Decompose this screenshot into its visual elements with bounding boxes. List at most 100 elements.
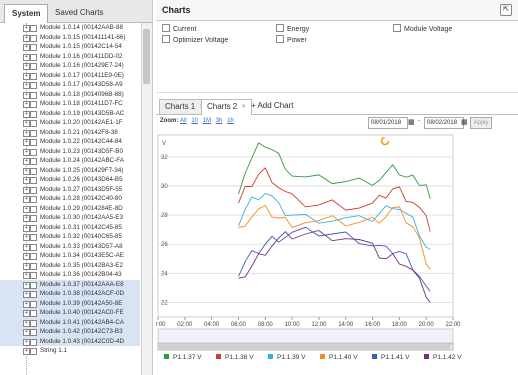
tree-item[interactable]: + String 1.1 <box>0 346 140 356</box>
expand-icon[interactable]: + <box>23 91 30 99</box>
checkbox-icon[interactable] <box>30 243 37 251</box>
legend-swatch[interactable] <box>164 354 169 359</box>
expand-icon[interactable]: + <box>23 196 30 203</box>
legend-label[interactable]: P1.1.37 V <box>173 354 202 361</box>
checkbox-icon[interactable] <box>30 291 37 298</box>
legend-swatch[interactable] <box>320 354 325 359</box>
tree-item[interactable]: + Module 1.0.39 (00142A50-8E <box>0 298 140 308</box>
tab-charts-2[interactable]: Charts 2 ✕ <box>201 99 253 115</box>
expand-icon[interactable]: + <box>23 348 30 355</box>
metric-power-checkbox[interactable]: Power <box>276 35 307 44</box>
tree-item[interactable]: + Module 1.0.33 (00143D57-A8 <box>0 242 140 252</box>
expand-icon[interactable]: + <box>23 139 30 146</box>
metric-module-voltage-checkbox[interactable]: Module Voltage <box>393 24 452 33</box>
tree-item[interactable]: + Module 1.0.31 (00142C45-85 <box>0 223 140 233</box>
expand-icon[interactable]: + <box>23 329 30 336</box>
legend-label[interactable]: P1.1.38 V <box>225 354 254 361</box>
legend-swatch[interactable] <box>268 354 273 359</box>
tree-item[interactable]: + Module 1.0.14 (00142AAB-88 <box>0 23 140 33</box>
checkbox-icon[interactable] <box>30 215 37 222</box>
tree-item[interactable]: + Module 1.0.15 (00142C14-54 <box>0 42 140 52</box>
expand-icon[interactable]: + <box>23 281 30 289</box>
tree-item[interactable]: + Module 1.0.42 (00142C73-B3 <box>0 327 140 337</box>
checkbox-icon[interactable] <box>30 348 37 355</box>
expand-icon[interactable]: + <box>23 243 30 251</box>
expand-icon[interactable]: + <box>23 101 30 108</box>
zoom-1m-link[interactable]: 1M <box>203 118 211 124</box>
expand-icon[interactable]: + <box>23 53 30 61</box>
expand-icon[interactable]: + <box>23 82 30 89</box>
metric-optimizer-voltage-checkbox[interactable]: Optimizer Voltage <box>162 35 228 44</box>
tree-item[interactable]: + Module 1.0.37 (00142AAA-E8 <box>0 279 140 289</box>
checkbox-icon[interactable] <box>30 338 37 346</box>
tree-item[interactable]: + Module 1.0.16 (001429E7-24) <box>0 61 140 71</box>
checkbox-icon[interactable] <box>30 158 37 165</box>
expand-icon[interactable]: + <box>23 63 30 70</box>
expand-icon[interactable]: + <box>23 177 30 184</box>
tree-item[interactable]: + Module 1.0.15 (001411141-66) <box>0 33 140 43</box>
expand-icon[interactable]: + <box>23 253 30 260</box>
date-from-input[interactable]: 08/01/2018 <box>368 117 408 129</box>
zoom-3h-link[interactable]: 3h <box>216 118 223 124</box>
zoom-1h-link[interactable]: 1h <box>227 118 234 124</box>
sidebar-scrollbar-thumb[interactable] <box>143 29 150 84</box>
expand-icon[interactable]: + <box>23 319 30 327</box>
checkbox-icon[interactable] <box>30 110 37 118</box>
tree-item[interactable]: + Module 1.0.28 (00142C40-80 <box>0 194 140 204</box>
zoom-all-link[interactable]: All <box>180 118 187 124</box>
tree-item[interactable]: + Module 1.0.21 (00142F8-38 <box>0 128 140 138</box>
expand-icon[interactable]: + <box>23 186 30 194</box>
tree-item[interactable]: + Module 1.0.41 (00142AB4-CA <box>0 317 140 327</box>
metric-current-checkbox[interactable]: Current <box>162 24 196 33</box>
expand-icon[interactable]: + <box>23 25 30 32</box>
expand-icon[interactable]: + <box>23 158 30 165</box>
expand-icon[interactable]: + <box>23 338 30 346</box>
tree-item[interactable]: + Module 1.0.22 (00142C44-84 <box>0 137 140 147</box>
zoom-10-link[interactable]: 10 <box>191 118 198 124</box>
tab-saved-charts[interactable]: Saved Charts <box>48 4 110 22</box>
tree-item[interactable]: + Module 1.0.34 (00143E5C-AE <box>0 251 140 261</box>
tree-item[interactable]: + Module 1.0.30 (00142AA5-E3 <box>0 213 140 223</box>
apply-button[interactable]: Apply <box>470 117 492 129</box>
checkbox-icon[interactable] <box>30 205 37 213</box>
date-to-input[interactable]: 08/02/2018 <box>424 117 464 129</box>
checkbox-icon[interactable] <box>30 72 37 80</box>
checkbox-icon[interactable] <box>30 300 37 308</box>
checkbox-icon[interactable] <box>30 148 37 156</box>
tree-item[interactable]: + Module 1.0.26 (00143D64-B5 <box>0 175 140 185</box>
legend-swatch[interactable] <box>424 354 429 359</box>
checkbox-icon[interactable] <box>30 25 37 32</box>
expand-icon[interactable]: + <box>23 234 30 241</box>
expand-icon[interactable]: + <box>23 44 30 51</box>
tree-item[interactable]: + Module 1.0.17 (00143D58-A9 <box>0 80 140 90</box>
tree-item[interactable]: + Module 1.0.25 (001429F7-34) <box>0 166 140 176</box>
checkbox-icon[interactable] <box>30 253 37 260</box>
add-chart-button[interactable]: + Add Chart <box>251 99 293 113</box>
checkbox-icon[interactable] <box>30 120 37 127</box>
checkbox-icon[interactable] <box>30 262 37 270</box>
legend-swatch[interactable] <box>372 354 377 359</box>
checkbox-icon[interactable] <box>30 101 37 108</box>
expand-icon[interactable]: + <box>23 148 30 156</box>
checkbox-icon[interactable] <box>30 167 37 175</box>
checkbox-icon[interactable] <box>30 53 37 61</box>
checkbox-icon[interactable] <box>30 310 37 317</box>
expand-icon[interactable]: + <box>23 110 30 118</box>
checkbox-icon[interactable] <box>30 224 37 232</box>
legend-label[interactable]: P1.1.41 V <box>381 354 410 361</box>
tree-item[interactable]: + Module 1.0.29 (0014284E-8D <box>0 204 140 214</box>
checkbox-icon[interactable] <box>30 272 37 279</box>
checkbox-icon[interactable] <box>30 186 37 194</box>
checkbox-icon[interactable] <box>30 34 37 42</box>
tree-item[interactable]: + Module 1.0.17 (001411E9-0E) <box>0 71 140 81</box>
checkbox-icon[interactable] <box>30 319 37 327</box>
tree-item[interactable]: + Module 1.0.35 (00142BA3-E2 <box>0 261 140 271</box>
expand-icon[interactable]: + <box>23 215 30 222</box>
checkbox-icon[interactable] <box>30 281 37 289</box>
tree-item[interactable]: + Module 1.0.36 (00142B04-43 <box>0 270 140 280</box>
tree-item[interactable]: + Module 1.0.16 (001411DD-02 <box>0 52 140 62</box>
checkbox-icon[interactable] <box>30 129 37 137</box>
expand-icon[interactable]: + <box>23 310 30 317</box>
expand-icon[interactable]: + <box>23 120 30 127</box>
tree-item[interactable]: + Module 1.0.38 (00142ACF-0D <box>0 289 140 299</box>
